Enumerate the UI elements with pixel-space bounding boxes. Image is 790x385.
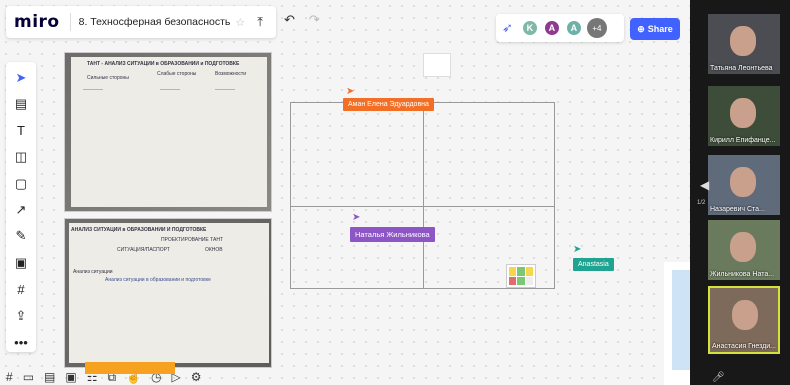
sheet-heading: ТАНТ - АНАЛИЗ СИТУАЦИИ в ОБРАЗОВАНИИ и П… [87,61,240,67]
screen-icon[interactable]: ▭ [23,370,34,385]
whiteboard-photo-2[interactable]: АНАЛИЗ СИТУАЦИИ в ОБРАЗОВАНИИ И ПОДГОТОВ… [64,218,272,368]
miro-logo[interactable]: miro [14,12,60,32]
cursor-toggle-icon[interactable]: ➶ [502,20,513,36]
grid-frame[interactable] [290,102,555,289]
sheet-column-label: ОКНОВ [205,247,223,253]
frame-divider-horizontal [291,206,554,207]
mini-sticky [525,267,533,276]
cursor-tag: Аман Елена Эдуардовна [343,98,434,111]
participant-name: Анастасия Гнезди... [712,343,776,350]
participant-video [730,26,756,56]
undo-icon[interactable]: ↶ [284,12,295,28]
app-icon[interactable]: ⚙ [191,370,202,385]
cursor-pointer-icon: ➤ [346,86,355,97]
pen-icon[interactable]: ✎ [11,227,31,246]
header-divider [69,13,71,31]
participant-video [730,98,756,128]
participant-video [732,300,758,330]
share-label: Share [647,24,673,34]
upload-icon[interactable]: ⇪ [11,306,31,325]
comments-icon[interactable]: ▤ [44,370,55,385]
redo-icon[interactable]: ↷ [309,12,320,28]
collaborator-avatar[interactable]: A [564,19,583,37]
participant-tile[interactable]: Жильникова Ната... [708,220,780,280]
sheet-cell: Анализ ситуации в образовании и подготов… [105,277,211,283]
arrow-icon[interactable]: ↗ [11,200,31,219]
more-tools-icon[interactable]: ••• [11,333,31,352]
frame-icon[interactable]: # [11,280,31,299]
mini-sticky [517,267,525,276]
board-header: miro 8. Техносферная безопасность ☆ ⤒ [6,6,276,38]
collaborator-avatar[interactable]: K [520,19,539,37]
mini-sticky-grid[interactable] [506,264,536,288]
mini-sticky [517,276,525,285]
board-title[interactable]: 8. Техносферная безопасность [79,16,231,28]
shape-icon[interactable]: ▢ [11,174,31,193]
minimap-viewport [672,270,690,370]
participant-tile[interactable]: Кирилл Епифанце... [708,86,780,146]
cursor-tag: Anastasia [573,258,614,271]
export-icon[interactable]: ⤒ [257,14,263,30]
whiteboard-photo-1[interactable]: ТАНТ - АНАЛИЗ СИТУАЦИИ в ОБРАЗОВАНИИ и П… [64,52,272,212]
comment-icon[interactable]: ▣ [11,253,31,272]
card-thumbnail[interactable] [423,53,451,77]
sheet-subheading: ПРОЕКТИРОВАНИЕ ТАНТ [161,237,224,243]
participant-tile[interactable]: Анастасия Гнезди... [708,286,780,354]
sheet-column-label: Возможности [215,71,246,77]
frame-divider-vertical [423,103,424,288]
cursor-tag: Наталья Жильникова [350,227,435,242]
participant-tile[interactable]: Назаревич Ста... [708,155,780,215]
share-button[interactable]: ⊕ Share [630,18,680,40]
handwritten-note: ———— [160,87,180,93]
left-toolbar: ➤ ▤ T ◫ ▢ ↗ ✎ ▣ # ⇪ ••• [6,62,36,352]
sheet-heading: АНАЛИЗ СИТУАЦИИ в ОБРАЗОВАНИИ И ПОДГОТОВ… [71,227,207,233]
sheet-row-label: Анализ ситуации [73,269,113,275]
globe-icon: ⊕ [637,23,645,34]
sticky-note[interactable] [85,362,175,374]
collaborator-avatar[interactable]: A [542,19,561,37]
undo-redo-bar: ↶ ↷ [284,12,320,28]
mini-sticky [509,267,517,276]
select-cursor-icon[interactable]: ➤ [11,68,31,87]
mini-sticky [525,276,533,285]
video-call-sidebar: Татьяна Леонтьева Кирилл Епифанце... Наз… [690,0,790,385]
sheet-column-label: Сильные стороны [87,75,129,81]
participant-name: Жильникова Ната... [710,271,775,278]
minimap-panel[interactable] [664,262,690,385]
handwritten-note: ———— [215,87,235,93]
microphone-icon[interactable]: 🎤︎ [712,372,725,383]
cursor-pointer-icon: ➤ [573,244,582,255]
cursor-pointer-icon: ➤ [352,212,361,223]
participant-tile[interactable]: Татьяна Леонтьева [708,14,780,74]
collaborators-bar: ➶ K A A +4 [496,14,624,42]
text-tool-icon[interactable]: T [11,121,31,140]
sheet-column-label: Слабые стороны [157,71,197,77]
participant-name: Татьяна Леонтьева [710,65,773,72]
handwritten-note: ———— [83,87,103,93]
participant-video [730,232,756,262]
templates-icon[interactable]: ▤ [11,94,31,113]
sticky-note-icon[interactable]: ◫ [11,147,31,166]
page-indicator: 1/2 [697,200,706,206]
chevron-left-icon[interactable]: ◀ [700,178,709,192]
paper-sheet [69,223,269,363]
star-icon[interactable]: ☆ [235,16,245,29]
participant-name: Кирилл Епифанце... [710,137,776,144]
participant-name: Назаревич Ста... [710,206,765,213]
mini-sticky [509,276,517,285]
chat-icon[interactable]: ▣ [65,370,76,385]
participant-video [730,167,756,197]
sheet-column-label: СИТУАЦИЯ/ПАСПОРТ [117,247,170,253]
frames-icon[interactable]: # [6,370,13,385]
more-collaborators[interactable]: +4 [586,18,607,38]
